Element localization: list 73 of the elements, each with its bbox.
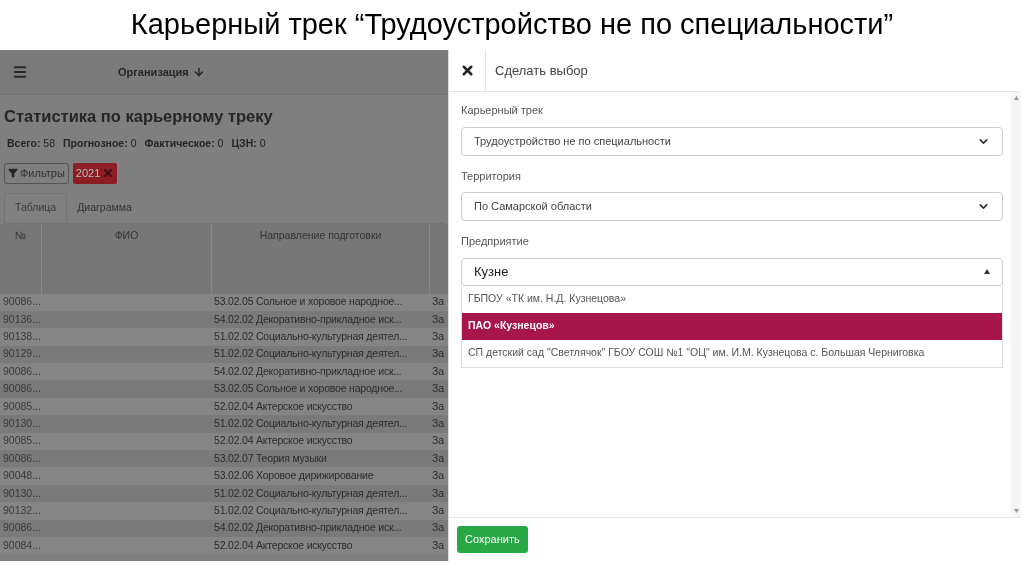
dropdown-option[interactable]: ГБПОУ «ТК им. Н.Д. Кузнецова» <box>462 285 1002 313</box>
table-cell-text: 90084... <box>2 537 42 553</box>
stat-text: Всего: 58 <box>7 135 56 151</box>
table-cell-text: За <box>431 363 445 379</box>
page-title: Статистика по карьерному треку <box>4 106 274 127</box>
table-cell-text: За <box>431 485 445 501</box>
column-header: ФИО <box>42 223 212 294</box>
select-field[interactable]: Трудоустройство не по специальности <box>461 126 1003 156</box>
arrow-down-icon <box>192 66 205 78</box>
table-cell-text: 52.02.04 Актерское искусство <box>213 537 354 553</box>
caret-up-icon <box>984 269 990 274</box>
table-cell-text: 51.02.02 Социально-культурная деятел... <box>213 329 409 345</box>
table-cell-text: 90048... <box>2 468 42 484</box>
table-cell-text: 90086... <box>2 450 42 466</box>
table-cell-text: 53.02.05 Сольное и хоровое народное... <box>213 381 404 397</box>
stat-text: ЦЗН: 0 <box>231 135 266 151</box>
table-cell-text: За <box>431 503 445 518</box>
table-cell-text: 54.02.02 Декоративно-прикладное иск... <box>213 311 403 327</box>
stat-text: Прогнозное: 0 <box>63 135 137 151</box>
filter-chip[interactable]: 2021 <box>72 162 118 184</box>
filter-icon <box>8 168 18 178</box>
table-cell-text: За <box>431 311 445 327</box>
table-cell-text: 90086... <box>2 294 42 310</box>
table-cell-text: 51.02.02 Социально-культурная деятел... <box>213 503 409 518</box>
field-label: Карьерный трек <box>461 103 544 118</box>
table-cell-text: За <box>431 381 445 397</box>
table-cell-text: За <box>431 294 445 310</box>
table-cell-text: За <box>431 537 445 553</box>
dropdown-option[interactable]: ПАО «Кузнецов» <box>462 312 1002 340</box>
organization-dropdown[interactable]: Организация <box>118 63 205 81</box>
combobox-field[interactable]: Кузне <box>461 257 1003 286</box>
table-cell-text: 54.02.02 Декоративно-прикладное иск... <box>213 520 403 536</box>
table-cell-text: 52.02.04 Актерское искусство <box>213 433 354 449</box>
table-cell-text: 90130... <box>2 485 42 501</box>
table-cell-text: 90085... <box>2 433 42 449</box>
table-cell-text: 53.02.06 Хоровое дирижирование <box>213 468 375 484</box>
field-label: Территория <box>461 168 522 184</box>
table-cell-text: 90086... <box>2 381 42 397</box>
panel-title: Сделать выбор <box>494 61 588 80</box>
table-cell-text: 90138... <box>2 329 42 345</box>
column-header: Направление подготовки <box>212 223 430 294</box>
table-cell-text: 53.02.07 Теория музыки <box>213 450 328 466</box>
table-cell-text: 54.02.02 Декоративно-прикладное иск... <box>213 363 403 379</box>
table-cell-text: За <box>431 468 445 484</box>
dropdown-option[interactable]: СП детский сад "Светлячок" ГБОУ СОШ №1 "ОЦ" им. И.М. Кузнецова с. Большая Черниговка <box>462 339 1002 367</box>
slide-title: Карьерный трек “Трудоустройство не по специальности” <box>130 7 894 43</box>
table-cell-text: За <box>431 520 445 536</box>
table-cell-text: 90086... <box>2 520 42 536</box>
table-cell-text: За <box>431 398 445 414</box>
table-cell-text: 90129... <box>2 346 42 362</box>
table-cell-text: За <box>431 450 445 466</box>
scroll-down-icon[interactable] <box>1013 509 1019 513</box>
table-cell-text: 90136... <box>2 311 42 327</box>
field-label: Предприятие <box>461 234 530 249</box>
table-cell-text: 90130... <box>2 416 42 432</box>
scroll-up-icon[interactable] <box>1013 96 1019 100</box>
table-cell-text: 90085... <box>2 398 42 414</box>
column-header: № <box>0 223 42 294</box>
table-cell-text: 53.02.05 Сольное и хоровое народное... <box>213 294 404 310</box>
select-field[interactable]: По Самарской области <box>461 192 1003 221</box>
table-cell-text: За <box>431 346 445 362</box>
scrollbar[interactable] <box>1011 92 1021 517</box>
table-cell-text: 52.02.04 Актерское искусство <box>213 398 354 414</box>
stat-text: Фактическое: 0 <box>144 135 224 151</box>
table-cell-text: 90086... <box>2 363 42 379</box>
table-cell-text: 51.02.02 Социально-культурная деятел... <box>213 346 409 362</box>
menu-icon[interactable] <box>12 64 28 80</box>
table-cell-text: 90132... <box>2 503 42 518</box>
table-cell-text: За <box>431 416 445 432</box>
table-cell-text: За <box>431 329 445 345</box>
table-cell-text: За <box>431 433 445 449</box>
table-cell-text: 51.02.02 Социально-культурная деятел... <box>213 485 409 501</box>
table-cell-text: 51.02.02 Социально-культурная деятел... <box>213 416 409 432</box>
